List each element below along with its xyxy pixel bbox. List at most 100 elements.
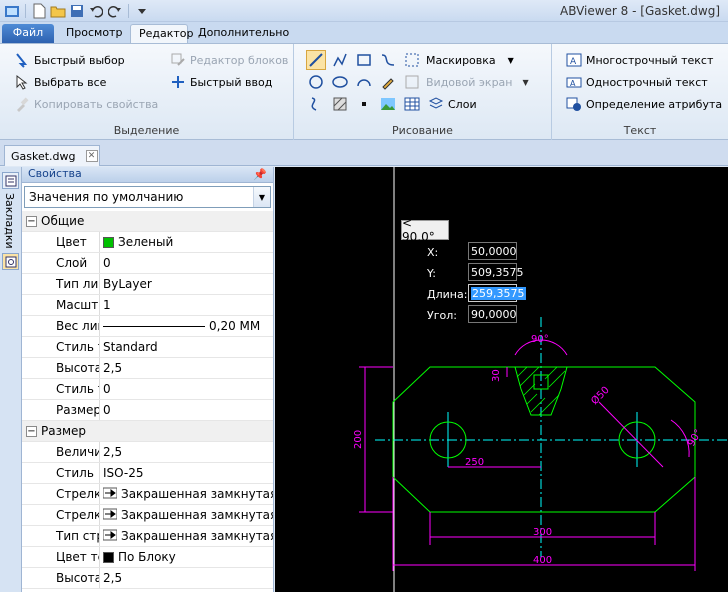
angle-input[interactable]: 90,0000 bbox=[468, 305, 517, 323]
property-row[interactable]: Размер 0 bbox=[22, 400, 273, 421]
new-file-icon[interactable] bbox=[31, 3, 47, 19]
drawing-canvas[interactable]: 90° 30 Ø50 90° 200 250 300 400 < 90,0° X… bbox=[275, 167, 728, 592]
property-row[interactable]: Стрелка 2 Закрашенная замкнутая bbox=[22, 505, 273, 526]
masking-button[interactable]: Маскировка ▼ bbox=[426, 50, 514, 70]
tab-extra[interactable]: Дополнительно bbox=[190, 24, 290, 44]
circle-tool-icon[interactable] bbox=[306, 72, 326, 92]
property-value[interactable]: ByLayer bbox=[100, 274, 273, 294]
property-name: Размер bbox=[22, 400, 100, 420]
property-category[interactable]: − Общие bbox=[22, 211, 273, 232]
property-row[interactable]: Масштаб1 bbox=[22, 295, 273, 316]
point-tool-icon[interactable] bbox=[354, 94, 374, 114]
mtext-button[interactable]: A Многострочный текст bbox=[566, 50, 713, 70]
arc-tool-icon[interactable] bbox=[354, 72, 374, 92]
property-value[interactable]: 0,20 MM bbox=[100, 316, 273, 336]
property-value[interactable]: 2,5 bbox=[100, 358, 273, 378]
line-tool-icon[interactable] bbox=[306, 50, 326, 70]
property-name: Высота bbox=[22, 568, 100, 588]
dim-diameter-50: Ø50 bbox=[589, 384, 612, 407]
selection-group-label: Выделение bbox=[113, 124, 180, 137]
pin-icon[interactable]: 📌 bbox=[253, 168, 267, 181]
open-folder-icon[interactable] bbox=[50, 3, 66, 19]
property-row[interactable]: Стиль текстаStandard bbox=[22, 337, 273, 358]
app-icon[interactable] bbox=[4, 3, 20, 19]
property-value[interactable]: Закрашенная замкнутая bbox=[100, 505, 273, 525]
property-row[interactable]: Тип линииByLayer bbox=[22, 274, 273, 295]
property-category-name: − Размер bbox=[22, 421, 268, 441]
property-value[interactable]: 0 bbox=[100, 379, 273, 399]
plus-icon bbox=[170, 74, 186, 90]
tab-view[interactable]: Просмотр bbox=[58, 24, 128, 44]
image-insert-icon[interactable] bbox=[378, 94, 398, 114]
property-value[interactable]: Standard bbox=[100, 337, 273, 357]
layers-button[interactable]: Слои bbox=[428, 94, 477, 114]
tab-file[interactable]: Файл bbox=[2, 24, 54, 44]
x-input[interactable]: 50,0000 bbox=[468, 242, 517, 260]
collapse-icon[interactable]: − bbox=[26, 425, 37, 437]
property-row[interactable]: Стиль ISO-25 bbox=[22, 463, 273, 484]
property-row[interactable]: Цвет текста По Блоку bbox=[22, 547, 273, 568]
spline-tool-icon[interactable] bbox=[378, 50, 398, 70]
dim-200: 200 bbox=[353, 430, 364, 449]
redo-icon[interactable] bbox=[107, 3, 123, 19]
property-row[interactable]: Высота 2,5 bbox=[22, 568, 273, 589]
stext-label: Однострочный текст bbox=[586, 75, 708, 89]
selection-group: Быстрый выбор Выбрать все Копировать сво… bbox=[0, 44, 294, 140]
property-value-text: 2,5 bbox=[103, 571, 123, 585]
select-all-button[interactable]: Выбрать все bbox=[14, 72, 106, 92]
viewport-button[interactable]: Видовой экран ▼ bbox=[426, 72, 529, 92]
masking-icon[interactable] bbox=[402, 50, 422, 70]
attdef-button[interactable]: Определение атрибута bbox=[566, 94, 722, 114]
stext-button[interactable]: A Однострочный текст bbox=[566, 72, 708, 92]
property-value[interactable]: Закрашенная замкнутая bbox=[100, 526, 273, 546]
bookmarks-tab-label[interactable]: Закладки bbox=[3, 193, 16, 253]
property-value[interactable]: 1 bbox=[100, 295, 273, 315]
y-input[interactable]: 509,3575 bbox=[468, 263, 524, 281]
property-row[interactable]: Цвет Зеленый bbox=[22, 232, 273, 253]
chevron-down-icon[interactable]: ▼ bbox=[253, 187, 270, 207]
properties-dropdown[interactable]: Значения по умолчанию ▼ bbox=[24, 186, 271, 208]
collapse-icon[interactable]: − bbox=[26, 215, 37, 227]
quick-input-button[interactable]: Быстрый ввод bbox=[170, 72, 272, 92]
cad-drawing[interactable]: 90° 30 Ø50 90° 200 250 300 400 bbox=[275, 167, 728, 592]
property-value[interactable]: 2,5 bbox=[100, 568, 273, 588]
property-row[interactable]: Тип стрелки Закрашенная замкнутая bbox=[22, 526, 273, 547]
property-value[interactable]: Закрашенная замкнутая bbox=[100, 484, 273, 504]
tab-editor[interactable]: Редактор bbox=[130, 24, 194, 44]
property-name: Стрелка 1 bbox=[22, 484, 100, 504]
viewport-icon[interactable] bbox=[402, 72, 422, 92]
rectangle-tool-icon[interactable] bbox=[354, 50, 374, 70]
hatch-tool-icon[interactable] bbox=[330, 94, 350, 114]
property-row[interactable]: Вес линии 0,20 MM bbox=[22, 316, 273, 337]
quick-select-button[interactable]: Быстрый выбор bbox=[14, 50, 125, 70]
property-row[interactable]: Слой 0 bbox=[22, 253, 273, 274]
save-icon[interactable] bbox=[69, 3, 85, 19]
close-icon[interactable]: ✕ bbox=[85, 150, 98, 162]
undo-icon[interactable] bbox=[88, 3, 104, 19]
ellipse-tool-icon[interactable] bbox=[330, 72, 350, 92]
property-value[interactable]: По Блоку bbox=[100, 547, 273, 567]
bookmarks-icon[interactable] bbox=[2, 172, 19, 189]
property-value[interactable]: ISO-25 bbox=[100, 463, 273, 483]
pencil-tool-icon[interactable] bbox=[378, 72, 398, 92]
property-category[interactable]: − Размер bbox=[22, 421, 273, 442]
property-value[interactable]: 0 bbox=[100, 400, 273, 420]
copy-properties-label: Копировать свойства bbox=[34, 97, 159, 111]
layers-icon bbox=[428, 96, 444, 112]
property-value[interactable]: Зеленый bbox=[100, 232, 273, 252]
customize-toolbar-icon[interactable] bbox=[134, 3, 150, 19]
polyline-tool-icon[interactable] bbox=[330, 50, 350, 70]
block-editor-button[interactable]: Редактор блоков bbox=[170, 50, 288, 70]
property-row[interactable]: Стрелка 1 Закрашенная замкнутая bbox=[22, 484, 273, 505]
property-row[interactable]: Величина2,5 bbox=[22, 442, 273, 463]
property-row[interactable]: Высота 2,5 bbox=[22, 358, 273, 379]
document-tab[interactable]: Gasket.dwg ✕ bbox=[4, 145, 100, 166]
length-input[interactable]: 259,3575 bbox=[468, 284, 526, 302]
property-row[interactable]: Стиль толщины0 bbox=[22, 379, 273, 400]
curve-tool-icon[interactable] bbox=[306, 94, 326, 114]
table-tool-icon[interactable] bbox=[402, 94, 422, 114]
property-value[interactable]: 0 bbox=[100, 253, 273, 273]
properties-toggle-icon[interactable] bbox=[2, 253, 19, 270]
property-value[interactable]: 2,5 bbox=[100, 442, 273, 462]
copy-properties-button[interactable]: Копировать свойства bbox=[14, 94, 158, 114]
